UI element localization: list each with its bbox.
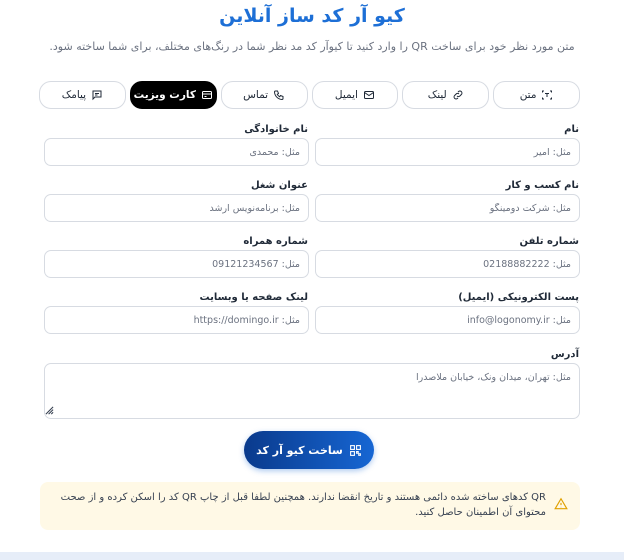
tab-business-card-label: کارت ویزیت (133, 89, 196, 101)
job-title-field[interactable] (44, 194, 309, 222)
tab-email-label: ایمیل (334, 89, 358, 101)
job-title-label: عنوان شغل (250, 180, 308, 191)
last-name-label: نام خانوادگی (244, 124, 308, 135)
message-icon (92, 90, 102, 101)
resize-handle-icon[interactable] (45, 406, 54, 415)
phone-field[interactable] (315, 250, 580, 278)
qr-type-tabs: متن لینک ایمیل تماس کارت ویزیت پیامک (39, 81, 580, 109)
business-name-field[interactable] (315, 194, 580, 222)
tab-link[interactable]: لینک (402, 81, 490, 109)
mail-icon (363, 91, 374, 99)
phone-label: شماره تلفن (519, 236, 579, 247)
tab-link-label: لینک (427, 89, 447, 101)
mobile-field[interactable] (44, 250, 309, 278)
business-name-label: نام کسب و کار (505, 180, 579, 191)
first-name-label: نام (564, 124, 579, 135)
address-field[interactable] (44, 363, 580, 419)
notice-box: QR کدهای ساخته شده دائمی هستند و تاریخ ا… (40, 482, 580, 530)
website-field[interactable] (44, 306, 309, 334)
page-title: کیو آر کد ساز آنلاین (219, 5, 405, 27)
page-subtitle: متن مورد نظر خود برای ساخت QR را وارد کن… (49, 40, 575, 53)
first-name-field[interactable] (315, 138, 580, 166)
notice-text: QR کدهای ساخته شده دائمی هستند و تاریخ ا… (60, 492, 546, 518)
last-name-field[interactable] (44, 138, 309, 166)
link-icon (453, 90, 463, 100)
card-icon (201, 91, 212, 99)
tab-text[interactable]: متن (493, 81, 580, 109)
tab-sms[interactable]: پیامک (39, 81, 126, 109)
qr-code-icon (349, 444, 361, 456)
tab-text-label: متن (519, 89, 537, 101)
tab-sms-label: پیامک (61, 89, 87, 101)
generate-qr-label: ساخت کیو آر کد (256, 443, 343, 457)
email-label: پست الکترونیکی (ایمیل) (458, 292, 579, 303)
email-field[interactable] (315, 306, 580, 334)
tab-contact[interactable]: تماس (220, 81, 308, 109)
address-label: آدرس (550, 349, 579, 360)
footer-strip (0, 552, 624, 560)
tab-business-card[interactable]: کارت ویزیت (129, 81, 217, 109)
generate-qr-button[interactable]: ساخت کیو آر کد (244, 431, 374, 469)
mobile-label: شماره همراه (243, 236, 308, 247)
phone-icon (274, 90, 284, 101)
warning-icon (554, 497, 568, 510)
website-label: لینک صفحه یا وبسایت (199, 292, 309, 303)
tab-email[interactable]: ایمیل (311, 81, 399, 109)
text-scan-icon (542, 90, 553, 100)
tab-contact-label: تماس (243, 89, 269, 101)
